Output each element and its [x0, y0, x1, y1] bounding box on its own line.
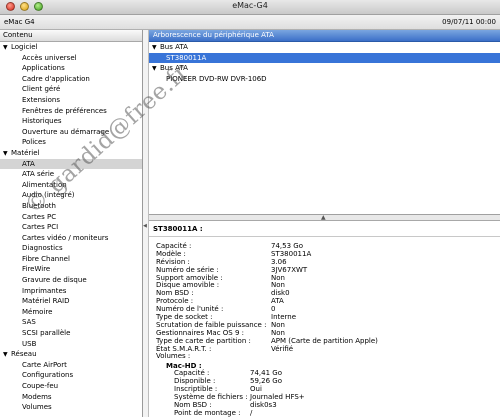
disclosure-triangle-icon[interactable]: ▼: [152, 64, 160, 75]
sidebar-item[interactable]: SAS: [0, 317, 142, 328]
device-tree: ▼ Bus ATA ST380011A ▼ Bus ATA PIONEER DVD-RW …: [149, 42, 500, 215]
sidebar-item[interactable]: Client géré: [0, 84, 142, 95]
detail-row: Nom BSD : disk0: [153, 289, 500, 298]
sidebar-item[interactable]: Cartes PC: [0, 212, 142, 223]
sidebar-group-label: Matériel: [11, 148, 40, 157]
info-bar: eMac G4 09/07/11 00:00: [0, 15, 500, 30]
window-title: eMac-G4: [232, 1, 268, 10]
sidebar-item[interactable]: Modems: [0, 392, 142, 403]
sidebar-group-label: Logiciel: [11, 43, 38, 51]
machine-name: eMac G4: [4, 18, 35, 26]
detail-title: ST380011A :: [153, 225, 203, 233]
device-tree-header: Arborescence du périphérique ATA: [149, 30, 500, 42]
sidebar-item[interactable]: Carte AirPort: [0, 360, 142, 371]
main-pane: Arborescence du périphérique ATA ▼ Bus AT…: [149, 30, 500, 417]
detail-rows: Capacité :74,53 Go Modèle : ST380011A Révis…: [153, 242, 500, 361]
splitter-arrow-icon: ◀: [143, 223, 147, 229]
category-tree: ▼ Logiciel Accès universel Applications Cadr…: [0, 42, 142, 413]
report-date: 09/07/11 00:00: [442, 18, 496, 26]
detail-row: Disque amovible : Non: [153, 282, 500, 290]
sidebar-item[interactable]: Matériel RAID: [0, 296, 142, 307]
sidebar-item[interactable]: Extensions: [0, 95, 142, 106]
sidebar-group[interactable]: ▼ Réseau: [0, 349, 142, 360]
device-tree-bus[interactable]: ▼ Bus ATA: [149, 42, 500, 53]
sidebar-item[interactable]: Imprimantes: [0, 286, 142, 297]
detail-row: Modèle : ST380011A: [153, 250, 500, 259]
sidebar-item[interactable]: SCSI parallèle: [0, 328, 142, 339]
sidebar-item[interactable]: USB: [0, 339, 142, 350]
sidebar-item[interactable]: Fibre Channel: [0, 254, 142, 265]
sidebar-item[interactable]: Diagnostics: [0, 243, 142, 254]
sidebar-item[interactable]: Mémoire: [0, 307, 142, 318]
pane-splitter[interactable]: ▲: [149, 214, 500, 221]
sidebar-item[interactable]: Gravure de disque: [0, 275, 142, 286]
volume-rows: Capacité :74,41 Go Disponible :59,26 Go In…: [153, 369, 500, 417]
sidebar-item[interactable]: Volumes: [0, 402, 142, 413]
splitter-grip-icon: ▲: [321, 214, 326, 221]
sidebar-item[interactable]: Accès universel: [0, 53, 142, 64]
device-item[interactable]: ST380011A: [149, 52, 500, 63]
contents-sidebar: Contenu ▼ Logiciel Accès universel Applicat…: [0, 30, 143, 417]
detail-value: disk0s3: [250, 400, 277, 409]
sidebar-item[interactable]: Configurations: [0, 370, 142, 381]
detail-row: Volumes :: [153, 353, 500, 361]
device-item[interactable]: PIONEER DVD-RW DVR-106D: [149, 74, 500, 85]
sidebar-item[interactable]: Cartes vidéo / moniteurs: [0, 233, 142, 244]
detail-row: État S.M.A.R.T. : Vérifié: [153, 344, 500, 354]
sidebar-group[interactable]: ▼ Logiciel: [0, 42, 142, 53]
sidebar-item[interactable]: Coupe-feu: [0, 381, 142, 392]
bus-label: Bus ATA: [160, 43, 188, 51]
detail-row: Capacité :74,53 Go: [153, 242, 500, 251]
detail-divider: [149, 236, 500, 237]
window-titlebar: eMac-G4: [0, 0, 500, 15]
sidebar-item[interactable]: Cadre d'application: [0, 74, 142, 85]
detail-key: Volumes :: [156, 352, 191, 361]
detail-value: Vérifié: [271, 344, 294, 353]
sidebar-header[interactable]: Contenu: [0, 30, 142, 42]
device-label: ST380011A: [166, 53, 207, 62]
sidebar-group-label: Réseau: [11, 350, 37, 359]
detail-panel: ST380011A : Capacité :74,53 Go Modèle : ST…: [149, 221, 500, 418]
sidebar-item[interactable]: FireWire: [0, 264, 142, 275]
sidebar-item[interactable]: Applications: [0, 63, 142, 74]
disclosure-triangle-icon[interactable]: ▼: [152, 43, 160, 54]
sidebar-item[interactable]: Cartes PCI: [0, 222, 142, 233]
device-tree-bus[interactable]: ▼ Bus ATA: [149, 63, 500, 74]
